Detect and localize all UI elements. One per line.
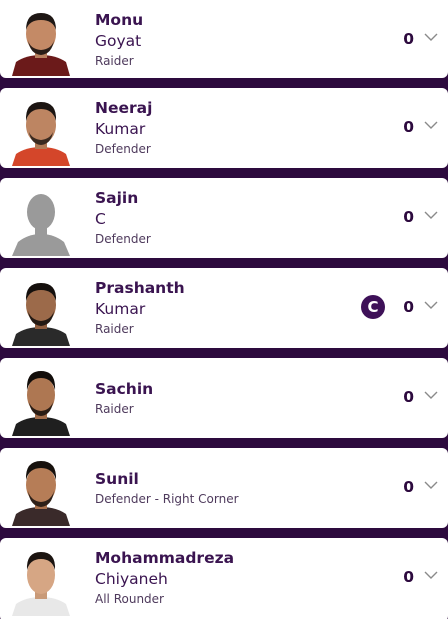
player-points: 0 [403,298,414,316]
player-card-sajin-c[interactable]: Sajin C Defender 0 [0,178,448,258]
player-points: 0 [403,568,414,586]
chevron-down-icon[interactable] [424,32,438,42]
player-avatar [12,542,70,616]
player-avatar [12,2,70,76]
player-role: Defender - Right Corner [95,491,239,506]
chevron-down-icon[interactable] [424,120,438,130]
player-name-block: Prashanth Kumar Raider [95,268,185,348]
chevron-down-icon[interactable] [424,570,438,580]
player-last-name: Chiyaneh [95,570,168,588]
player-first-name: Sunil [95,469,139,488]
player-card-prashanth-kumar[interactable]: Prashanth Kumar Raider C 0 [0,268,448,348]
player-first-name: Prashanth [95,279,185,297]
player-points: 0 [403,208,414,226]
player-name-block: Sachin Raider [95,358,153,438]
player-avatar [12,362,70,436]
player-points: 0 [403,388,414,406]
player-first-name: Sajin [95,189,139,207]
player-avatar [12,92,70,166]
chevron-down-icon[interactable] [424,210,438,220]
player-role: Defender [95,232,151,246]
player-card-sunil[interactable]: Sunil Defender - Right Corner 0 [0,448,448,528]
player-last-name: Goyat [95,32,142,50]
chevron-down-icon[interactable] [424,390,438,400]
captain-badge-icon: C [361,295,385,319]
player-first-name: Mohammadreza [95,549,235,567]
player-name-block: Neeraj Kumar Defender [95,88,152,168]
player-name-block: Monu Goyat Raider [95,0,143,80]
player-first-name: Neeraj [95,99,153,117]
player-role: Defender [95,142,151,156]
player-name-block: Sunil Defender - Right Corner [95,448,239,528]
placeholder-silhouette-icon [12,182,70,256]
player-avatar [12,272,70,346]
player-name-block: Mohammadreza Chiyaneh All Rounder [95,538,234,618]
player-last-name: Kumar [95,300,146,318]
player-role: Raider [95,54,134,68]
player-card-neeraj-kumar[interactable]: Neeraj Kumar Defender 0 [0,88,448,168]
player-name-block: Sajin C Defender [95,178,151,258]
player-points: 0 [403,478,414,496]
player-role: Raider [95,401,134,416]
player-role: Raider [95,322,134,336]
chevron-down-icon[interactable] [424,480,438,490]
player-card-sachin[interactable]: Sachin Raider 0 [0,358,448,438]
player-points: 0 [403,118,414,136]
player-avatar [12,452,70,526]
player-points: 0 [403,30,414,48]
player-card-mohammadreza-chiyaneh[interactable]: Mohammadreza Chiyaneh All Rounder 0 [0,538,448,619]
player-card-monu-goyat[interactable]: Monu Goyat Raider 0 [0,0,448,78]
player-first-name: Sachin [95,379,154,398]
player-last-name: Kumar [95,120,146,138]
player-list: Monu Goyat Raider 0 Neeraj Kumar Defende… [0,0,448,619]
player-role: All Rounder [95,592,164,606]
player-first-name: Monu [95,11,144,29]
player-last-name: C [95,210,106,228]
chevron-down-icon[interactable] [424,300,438,310]
